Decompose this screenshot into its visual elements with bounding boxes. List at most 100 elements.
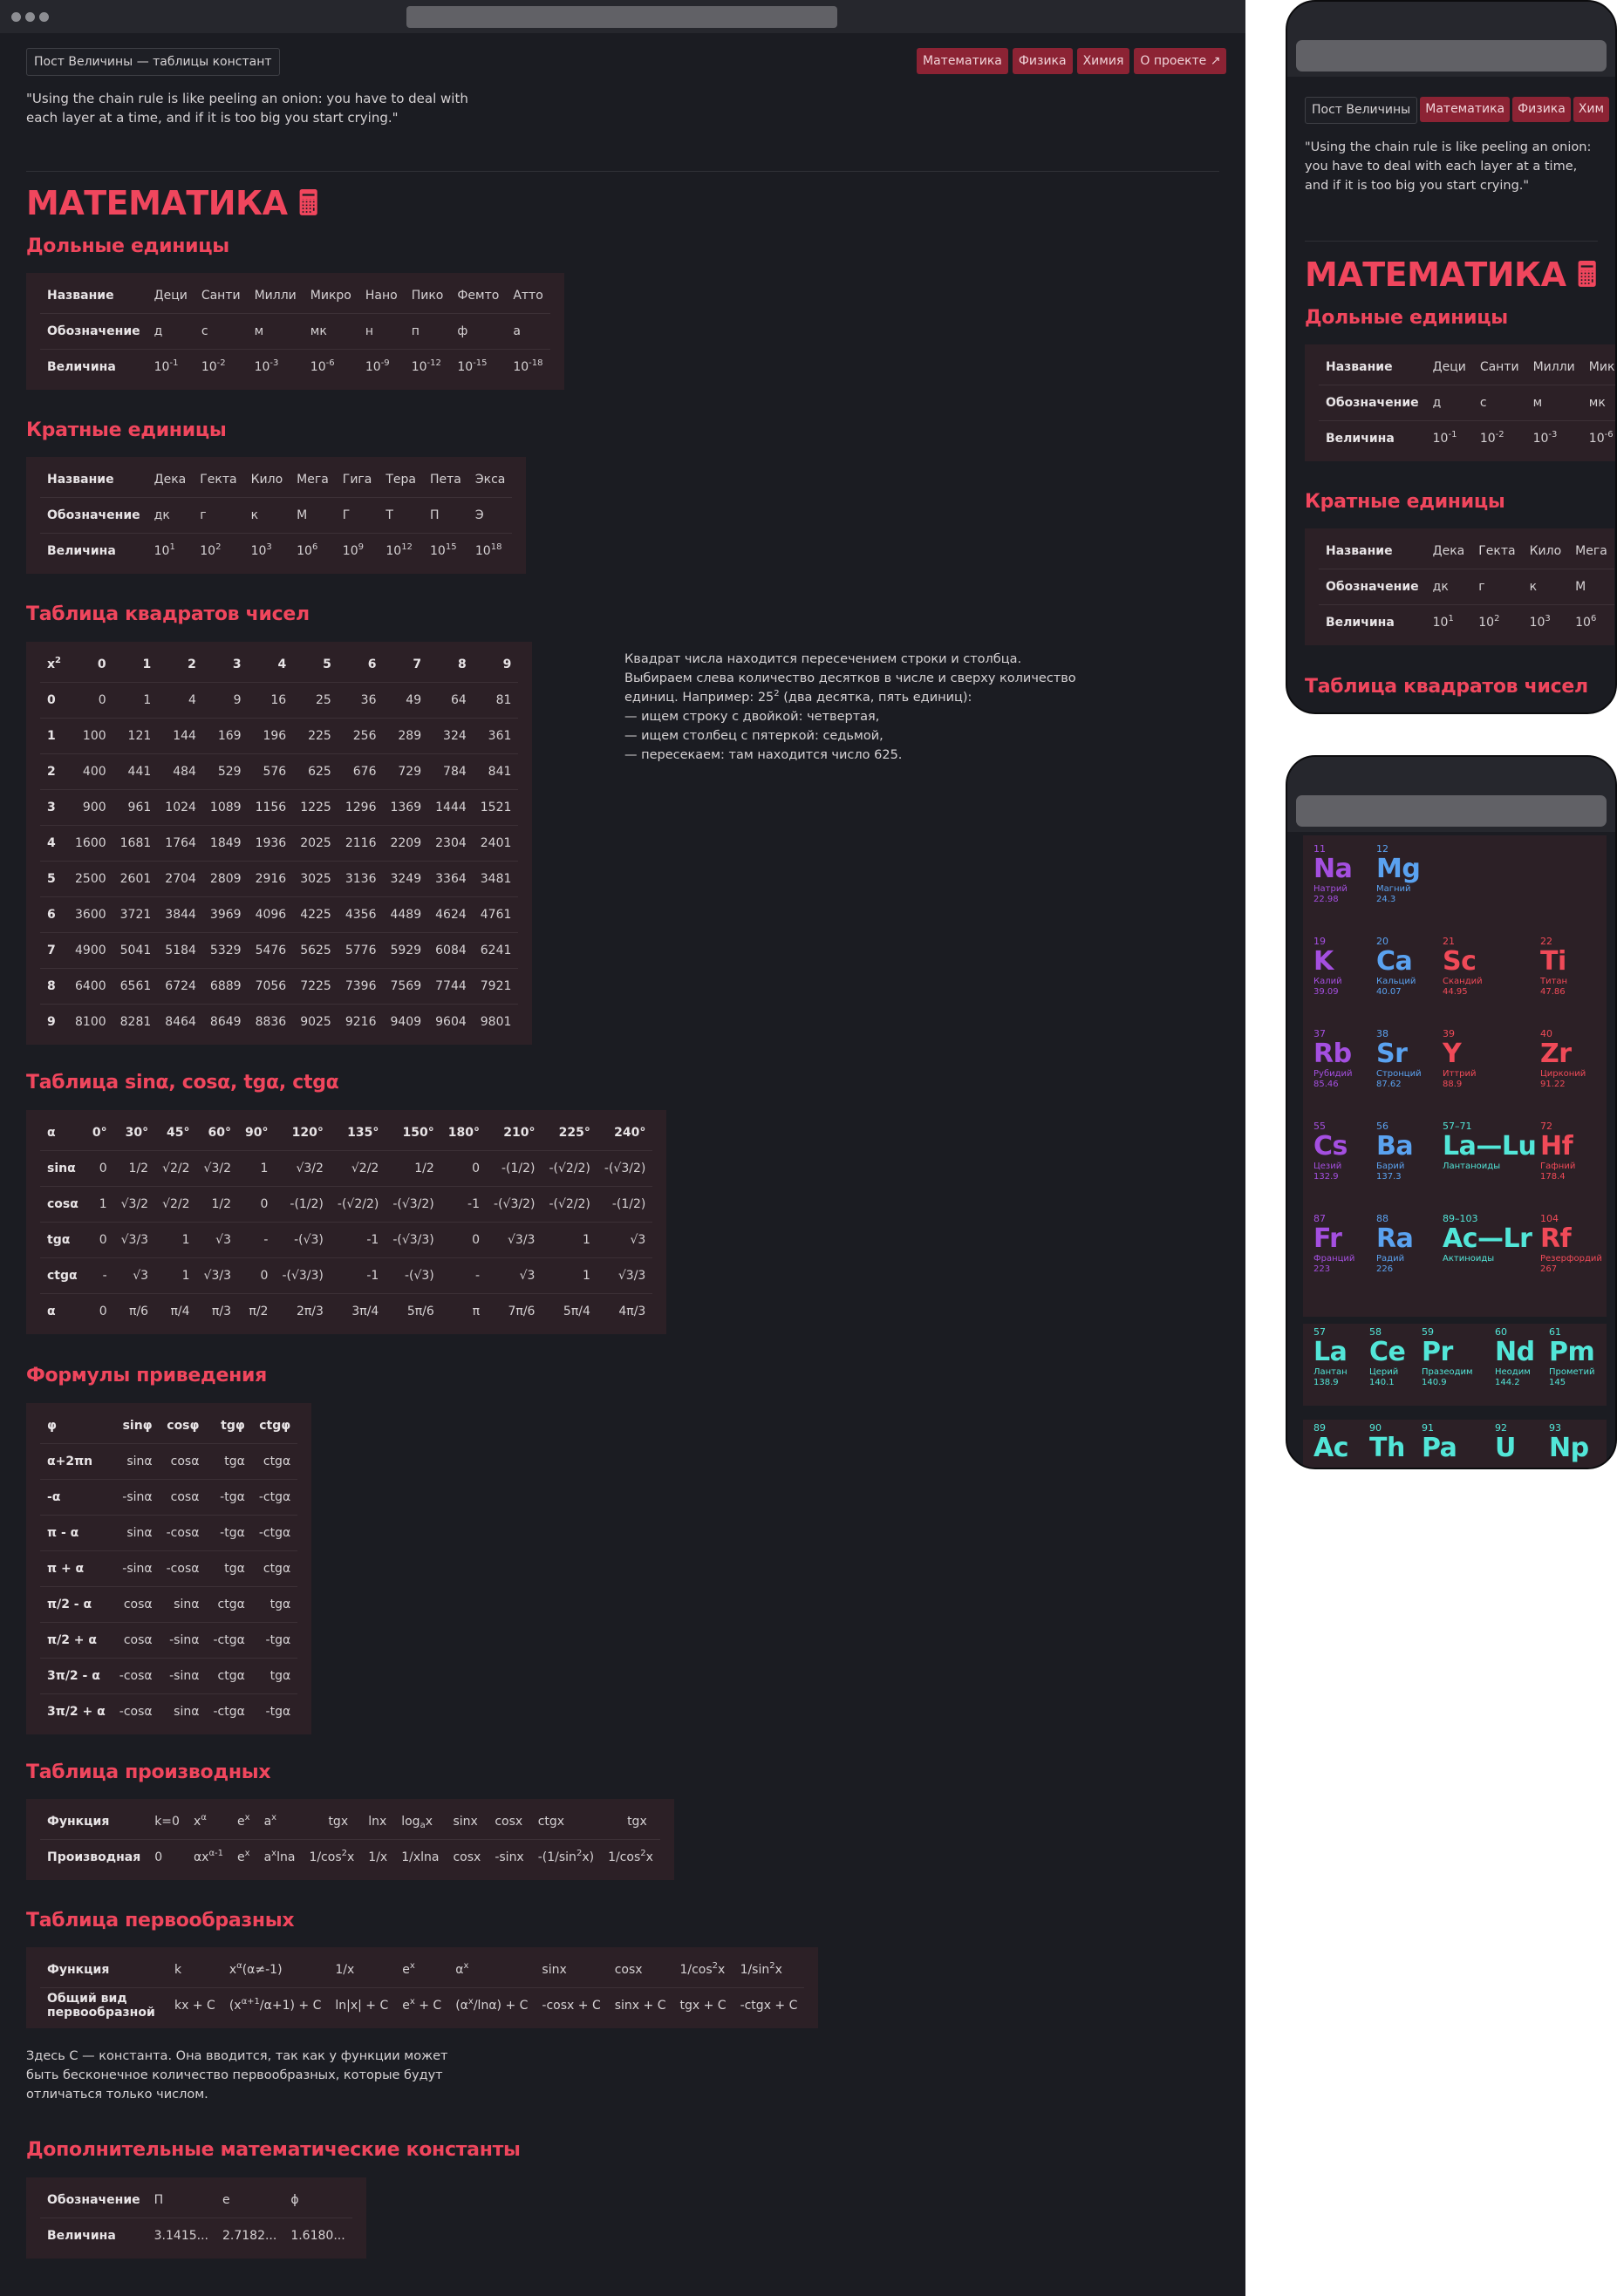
element-symbol: Nd <box>1495 1337 1535 1367</box>
cell: 7056 <box>248 968 294 1005</box>
cell: Пета <box>423 462 468 498</box>
cell: √3/3 <box>196 1257 238 1294</box>
element-symbol: Ra <box>1376 1223 1414 1254</box>
window-close-dot[interactable] <box>11 12 21 22</box>
element-name: Кальций <box>1376 977 1416 986</box>
phone-math: Пост Величины Математика Физика Хим "Usi… <box>1286 0 1617 714</box>
element-tile[interactable]: 72 Hf Гафний 178.4 <box>1540 1121 1575 1182</box>
element-tile[interactable]: 89–103 Ac—Lr Актиноиды <box>1443 1214 1532 1264</box>
element-mass: 226 <box>1376 1264 1394 1274</box>
element-tile[interactable]: 57 La Лантан 138.9 <box>1313 1327 1348 1388</box>
phone-nav-chemistry[interactable]: Хим <box>1573 97 1610 122</box>
cell: Гига <box>335 462 379 498</box>
element-tile[interactable]: 22 Ti Титан 47.86 <box>1540 937 1567 998</box>
element-tile[interactable]: 87 Fr Франций 223 <box>1313 1214 1354 1275</box>
cell: мк <box>1581 385 1615 421</box>
element-tile[interactable]: 90 Th <box>1369 1423 1405 1463</box>
cell: 2304 <box>428 825 474 862</box>
phone-address-bar[interactable] <box>1296 40 1607 72</box>
phone-nav-math[interactable]: Математика <box>1420 97 1511 122</box>
table-row: 7 4900 5041 5184 5329 5476 5625 5776 5929 6084 624… <box>40 932 519 969</box>
cell: 7 <box>40 932 68 969</box>
element-tile[interactable]: 39 Y Иттрий 88.9 <box>1443 1029 1476 1090</box>
nav-chemistry[interactable]: Химия <box>1076 48 1130 74</box>
table-row: Величина 10-1 10-2 10-3 10-6 10-9 10-12 10-15 10… <box>40 350 550 385</box>
cell-sup: -6 <box>1604 430 1614 439</box>
cell: logax <box>394 1804 447 1840</box>
cell: √2/2 <box>155 1150 197 1187</box>
element-symbol: Cs <box>1313 1131 1348 1162</box>
cell-sup: 9 <box>358 542 364 552</box>
cell: 103 <box>1523 605 1569 641</box>
element-name: Резерфордий <box>1540 1254 1602 1264</box>
cell: 36 <box>338 682 384 719</box>
element-tile[interactable]: 57–71 La—Lu Лантаноиды <box>1443 1121 1537 1172</box>
window-maximize-dot[interactable] <box>39 12 49 22</box>
row-label: Функция <box>40 1804 148 1840</box>
cell: - <box>85 1257 114 1294</box>
cell: 9 <box>202 682 249 719</box>
element-tile[interactable]: 38 Sr Стронций 87.62 <box>1376 1029 1422 1090</box>
cell-base: 10 <box>457 360 474 374</box>
cell: 5 <box>40 861 68 897</box>
element-tile[interactable]: 60 Nd Неодим 144.2 <box>1495 1327 1535 1388</box>
table-row: ctgα - √3 1 √3/3 0 -(√3/3) -1 -(√3) - √3 1 √3/3 <box>40 1257 653 1294</box>
element-tile[interactable]: 104 Rf Резерфордий 267 <box>1540 1214 1602 1275</box>
element-tile[interactable]: 58 Ce Церий 140.1 <box>1369 1327 1406 1388</box>
cell: 2.7182... <box>222 2229 277 2243</box>
cell: 441 <box>113 753 159 790</box>
address-bar[interactable] <box>406 6 837 28</box>
element-tile[interactable]: 92 U <box>1495 1423 1516 1463</box>
nav-about[interactable]: О проекте ↗ <box>1134 48 1227 74</box>
phone-address-bar[interactable] <box>1296 795 1607 827</box>
nav-physics[interactable]: Физика <box>1012 48 1073 74</box>
table-row: x2 0 1 2 3 4 5 6 7 8 9 <box>40 647 519 683</box>
cell: 2916 <box>248 861 294 897</box>
element-tile[interactable]: 55 Cs Цезий 132.9 <box>1313 1121 1348 1182</box>
phone-site-title[interactable]: Пост Величины <box>1305 97 1418 124</box>
element-tile[interactable]: 91 Pa <box>1422 1423 1457 1463</box>
element-tile[interactable]: 12 Mg Магний 24.3 <box>1376 844 1421 905</box>
element-tile[interactable]: 61 Pm Прометий 145 <box>1549 1327 1595 1388</box>
cell-text: x <box>193 1815 201 1829</box>
cell: (αx/lnα) + C <box>448 1988 535 2024</box>
element-mass: 39.09 <box>1313 987 1339 997</box>
element-tile[interactable]: 93 Np <box>1549 1423 1589 1463</box>
cell: Гекта <box>193 462 244 498</box>
cell-sup: 2 <box>55 656 61 665</box>
element-tile[interactable]: 19 K Калий 39.09 <box>1313 937 1342 998</box>
element-tile[interactable]: 11 Na Натрий 22.98 <box>1313 844 1353 905</box>
nav-math[interactable]: Математика <box>917 48 1008 74</box>
cell-sup: -12 <box>426 358 441 368</box>
cell: 2025 <box>293 825 338 862</box>
cell: 90° <box>237 1115 276 1151</box>
cell-sup: -1 <box>169 358 179 368</box>
element-tile[interactable]: 88 Ra Радий 226 <box>1376 1214 1414 1275</box>
cell-text: (x <box>229 1999 242 2013</box>
table-row: 4 1600 1681 1764 1849 1936 2025 2116 2209 2304 240… <box>40 825 519 862</box>
phone-nav-physics[interactable]: Физика <box>1512 97 1571 122</box>
cell-base: 10 <box>430 544 446 558</box>
element-tile[interactable]: 40 Zr Цирконий 91.22 <box>1540 1029 1586 1090</box>
window-minimize-dot[interactable] <box>25 12 35 22</box>
cell-text: 1/sin <box>740 1963 770 1977</box>
cell: -(√2/2) <box>542 1186 597 1223</box>
cell-text: x <box>774 1963 782 1977</box>
cell: 49 <box>383 682 429 719</box>
note-line: единиц. Например: 252 (два десятка, пять… <box>624 688 1078 707</box>
table-row: π - α sinα -cosα -tgα -ctgα <box>40 1515 298 1551</box>
element-tile[interactable]: 89 Ac <box>1313 1423 1349 1463</box>
element-tile[interactable]: 37 Rb Рубидий 85.46 <box>1313 1029 1353 1090</box>
element-tile[interactable]: 56 Ba Барий 137.3 <box>1376 1121 1414 1182</box>
element-tile[interactable]: 20 Ca Кальций 40.07 <box>1376 937 1416 998</box>
site-title[interactable]: Пост Величины — таблицы констант <box>26 48 280 76</box>
cell: π/2 - α <box>40 1586 113 1623</box>
cell: φ <box>40 1408 113 1444</box>
column-header: 9 <box>473 647 519 683</box>
cell: α+2πn <box>40 1443 113 1480</box>
cell: с <box>1472 385 1526 421</box>
note-line: — ищем столбец с пятеркой: седьмой, <box>624 729 884 743</box>
element-tile[interactable]: 21 Sc Скандий 44.95 <box>1443 937 1483 998</box>
cell: г <box>193 497 244 534</box>
element-tile[interactable]: 59 Pr Празеодим 140.9 <box>1422 1327 1473 1388</box>
